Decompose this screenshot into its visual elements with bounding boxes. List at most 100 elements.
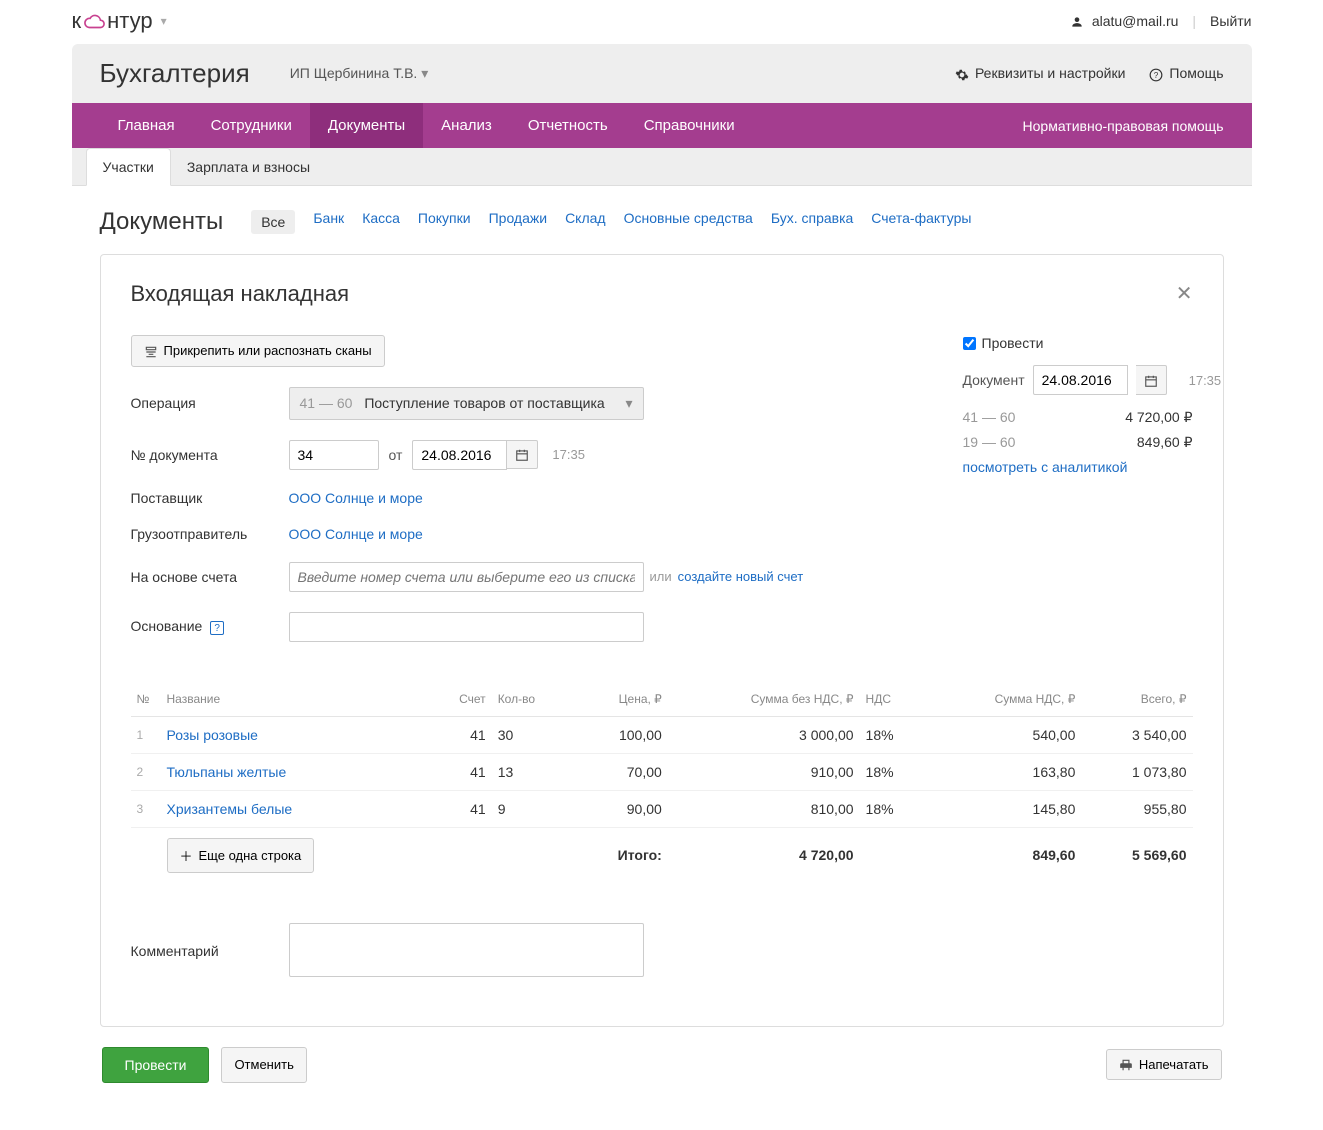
row-novat: 810,00: [668, 790, 860, 827]
table-row: 3Хризантемы белые41990,00810,0018%145,80…: [131, 790, 1193, 827]
summary-calendar-button[interactable]: [1136, 365, 1167, 394]
summary-time: 17:35: [1189, 373, 1222, 388]
or-label: или: [650, 569, 672, 584]
row-price: 100,00: [574, 716, 668, 753]
label-from: от: [389, 447, 403, 463]
filter-all[interactable]: Все: [251, 210, 295, 234]
row-vatsum: 163,80: [926, 753, 1081, 790]
row-name-link[interactable]: Тюльпаны желтые: [167, 764, 287, 780]
row-vatsum: 540,00: [926, 716, 1081, 753]
calendar-button[interactable]: [507, 440, 538, 469]
add-row-button[interactable]: ＋ Еще одна строка: [167, 838, 315, 873]
row-acct: 41: [427, 753, 491, 790]
filter-purchases[interactable]: Покупки: [418, 210, 471, 234]
attach-label: Прикрепить или распознать сканы: [164, 343, 372, 358]
svg-text:?: ?: [1154, 71, 1159, 80]
settings-label: Реквизиты и настройки: [975, 65, 1125, 81]
operation-select[interactable]: 41 — 60 Поступление товаров от поставщик…: [289, 387, 644, 420]
total-vatsum: 849,60: [926, 827, 1081, 883]
attach-scans-button[interactable]: Прикрепить или распознать сканы: [131, 335, 385, 367]
settings-link[interactable]: Реквизиты и настройки: [955, 65, 1125, 81]
label-operation: Операция: [131, 395, 289, 411]
label-comment: Комментарий: [131, 943, 289, 959]
row-idx: 1: [131, 716, 161, 753]
logout-link[interactable]: Выйти: [1210, 13, 1251, 29]
close-icon[interactable]: ✕: [1176, 281, 1193, 306]
label-basis: Основание ?: [131, 618, 289, 635]
cloud-icon: [83, 8, 105, 34]
row-novat: 3 000,00: [668, 716, 860, 753]
basis-input[interactable]: [289, 612, 644, 642]
row-price: 70,00: [574, 753, 668, 790]
comment-textarea[interactable]: [289, 923, 644, 977]
nav-analysis[interactable]: Анализ: [423, 103, 510, 148]
th-vat: НДС: [860, 682, 927, 717]
nav-main[interactable]: Главная: [100, 103, 193, 148]
summary-date-input[interactable]: [1033, 365, 1128, 395]
row-total: 955,80: [1081, 790, 1192, 827]
create-new-invoice-link[interactable]: создайте новый счет: [678, 569, 804, 584]
help-icon: ?: [1149, 65, 1163, 81]
filter-cash[interactable]: Касса: [362, 210, 400, 234]
nav-legal-help[interactable]: Нормативно-правовая помощь: [1023, 118, 1224, 134]
th-total: Всего, ₽: [1081, 682, 1192, 717]
gear-icon: [955, 65, 969, 81]
user-email-link[interactable]: alatu@mail.ru: [1070, 13, 1178, 29]
doc-no-input[interactable]: [289, 440, 379, 470]
print-button[interactable]: Напечатать: [1106, 1049, 1222, 1081]
attach-icon: [144, 343, 158, 359]
row-acct: 41: [427, 716, 491, 753]
org-selector[interactable]: ИП Щербинина Т.В.: [290, 65, 429, 82]
row-name-link[interactable]: Розы розовые: [167, 727, 258, 743]
chevron-down-icon: ▾: [161, 14, 167, 28]
total-novat: 4 720,00: [668, 827, 860, 883]
nav-reporting[interactable]: Отчетность: [510, 103, 626, 148]
row-qty: 13: [492, 753, 574, 790]
th-idx: №: [131, 682, 161, 717]
calendar-icon: [1144, 372, 1158, 387]
nav-reference[interactable]: Справочники: [626, 103, 753, 148]
analytics-link[interactable]: посмотреть с аналитикой: [963, 459, 1128, 475]
print-icon: [1119, 1057, 1133, 1073]
row-novat: 910,00: [668, 753, 860, 790]
row-idx: 2: [131, 753, 161, 790]
shipper-link[interactable]: ООО Солнце и море: [289, 526, 423, 542]
supplier-link[interactable]: ООО Солнце и море: [289, 490, 423, 506]
row-total: 1 073,80: [1081, 753, 1192, 790]
plus-icon: ＋: [180, 846, 193, 865]
filter-assets[interactable]: Основные средства: [624, 210, 753, 234]
subtab-payroll[interactable]: Зарплата и взносы: [171, 149, 326, 185]
cancel-button[interactable]: Отменить: [221, 1047, 306, 1083]
filter-acct-note[interactable]: Бух. справка: [771, 210, 853, 234]
row-total: 3 540,00: [1081, 716, 1192, 753]
help-link[interactable]: ? Помощь: [1149, 65, 1223, 81]
th-novat: Сумма без НДС, ₽: [668, 682, 860, 717]
doc-date-input[interactable]: [412, 440, 507, 470]
based-on-input[interactable]: [289, 562, 644, 592]
th-price: Цена, ₽: [574, 682, 668, 717]
submit-button[interactable]: Провести: [102, 1047, 210, 1083]
filter-sales[interactable]: Продажи: [489, 210, 547, 234]
chevron-down-icon: ▾: [625, 395, 632, 412]
label-shipper: Грузоотправитель: [131, 526, 289, 542]
help-icon[interactable]: ?: [210, 621, 224, 635]
filter-bank[interactable]: Банк: [313, 210, 344, 234]
app-title: Бухгалтерия: [100, 58, 250, 89]
th-vatsum: Сумма НДС, ₽: [926, 682, 1081, 717]
nav-documents[interactable]: Документы: [310, 103, 423, 148]
logo[interactable]: к нтур ▾: [72, 8, 167, 34]
subtab-sections[interactable]: Участки: [86, 148, 171, 186]
post-checkbox[interactable]: [963, 337, 976, 350]
row-name-link[interactable]: Хризантемы белые: [167, 801, 293, 817]
doc-time: 17:35: [552, 447, 585, 462]
filter-invoices[interactable]: Счета-фактуры: [871, 210, 971, 234]
logo-text-2: нтур: [107, 8, 152, 34]
filter-warehouse[interactable]: Склад: [565, 210, 606, 234]
card-title: Входящая накладная: [131, 281, 350, 307]
row-price: 90,00: [574, 790, 668, 827]
th-acct: Счет: [427, 682, 491, 717]
nav-employees[interactable]: Сотрудники: [193, 103, 310, 148]
label-doc-no: № документа: [131, 447, 289, 463]
logo-text-1: к: [72, 8, 82, 34]
print-label: Напечатать: [1139, 1057, 1209, 1072]
